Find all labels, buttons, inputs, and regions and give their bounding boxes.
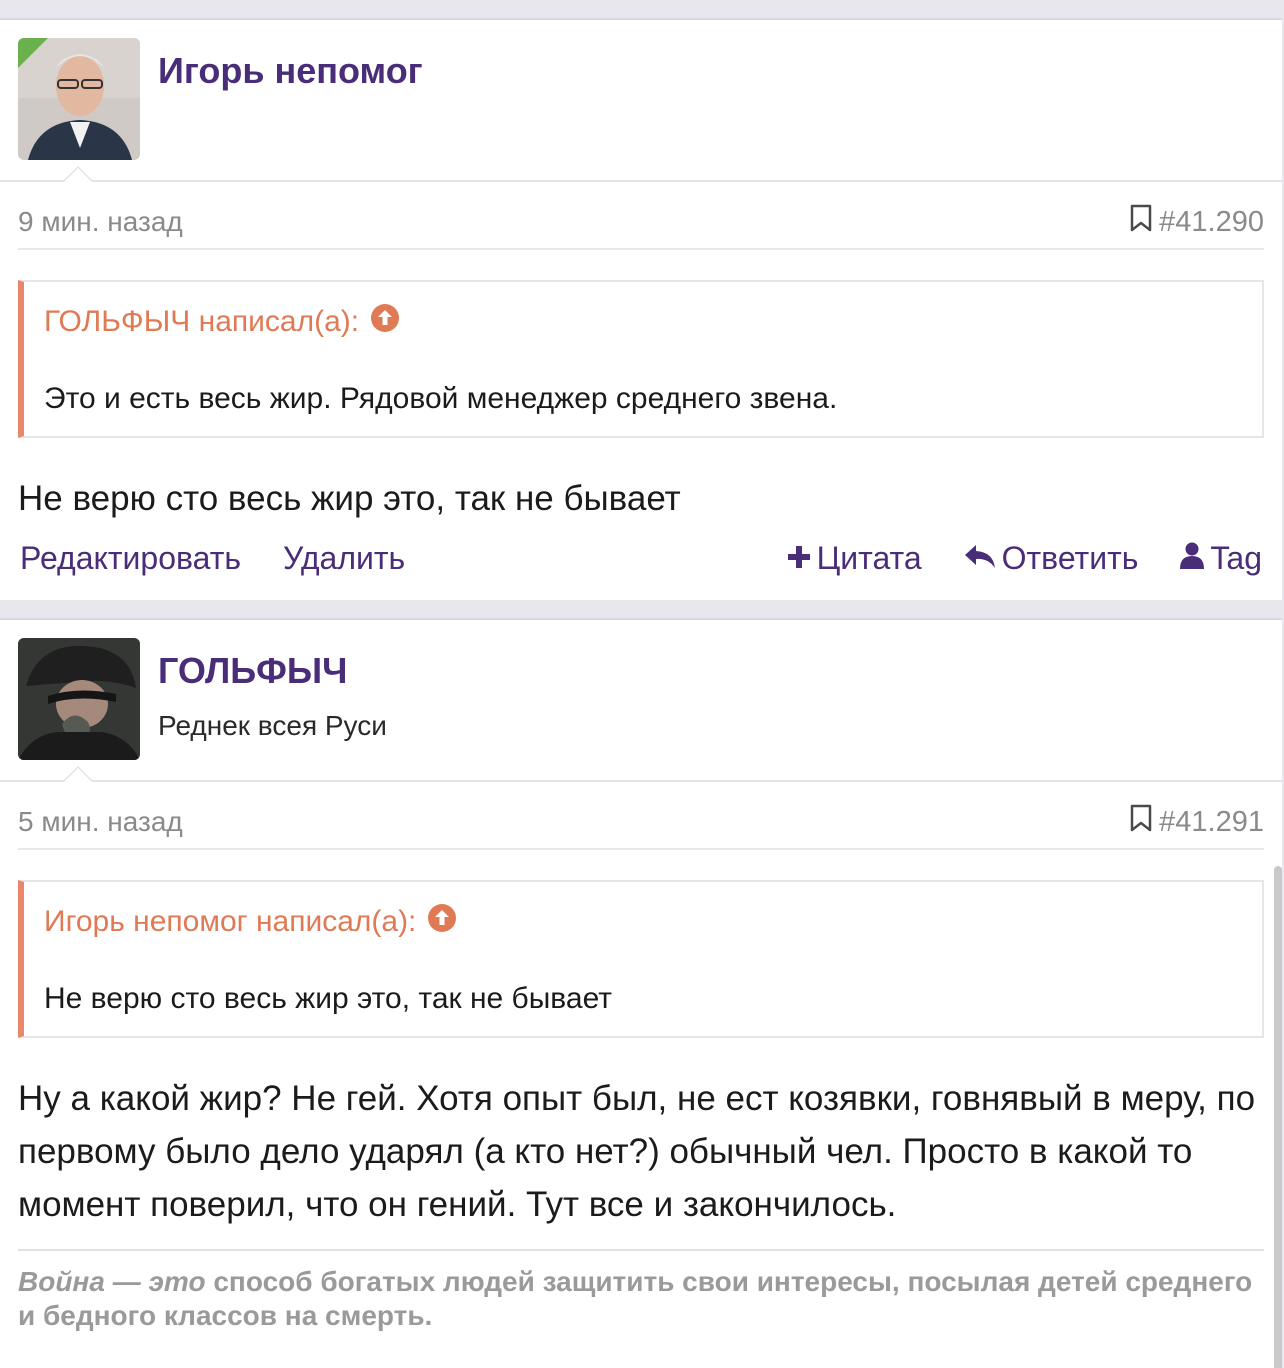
arrow-up-circle-icon[interactable]: [371, 304, 400, 340]
edit-button[interactable]: Редактировать: [20, 540, 241, 577]
post: ГОЛЬФЫЧ Реднек всея Руси 5 мин. назад #4…: [0, 618, 1282, 1368]
reply-button[interactable]: Ответить: [964, 540, 1139, 577]
avatar[interactable]: [18, 38, 140, 160]
avatar[interactable]: [18, 638, 140, 760]
post-message: Не верю сто весь жир это, так не бывает: [18, 479, 681, 518]
post-header: Игорь непомог: [0, 20, 1282, 182]
user-title: Реднек всея Руси: [158, 710, 387, 741]
quote-author-label[interactable]: Игорь непомог написал(а):: [44, 905, 416, 939]
post-time[interactable]: 9 мин. назад: [18, 206, 183, 238]
quote-button-label[interactable]: Цитата: [817, 540, 922, 577]
quote-text: Это и есть весь жир. Рядовой менеджер ср…: [44, 382, 838, 415]
reply-button-label[interactable]: Ответить: [1002, 540, 1139, 577]
bookmark-icon[interactable]: [1129, 804, 1153, 840]
plus-icon: [787, 540, 811, 577]
quote-text: Не верю сто весь жир это, так не бывает: [44, 982, 613, 1015]
signature: Война — это способ богатых людей защитит…: [18, 1249, 1264, 1333]
post-number[interactable]: #41.291: [1129, 804, 1264, 840]
reply-icon: [964, 540, 996, 577]
post-time[interactable]: 5 мин. назад: [18, 806, 183, 838]
scrollbar[interactable]: [1274, 866, 1282, 1368]
username[interactable]: Игорь непомог: [158, 50, 423, 92]
quote-author[interactable]: Игорь непомог написал(а):: [44, 904, 457, 940]
quote-author[interactable]: ГОЛЬФЫЧ написал(а):: [44, 304, 400, 340]
quote-author-label[interactable]: ГОЛЬФЫЧ написал(а):: [44, 305, 359, 339]
quote-block: ГОЛЬФЫЧ написал(а): Это и есть весь жир.…: [18, 280, 1264, 438]
bookmark-icon[interactable]: [1129, 204, 1153, 240]
header-notch: [62, 766, 94, 782]
post-header: ГОЛЬФЫЧ Реднек всея Руси: [0, 620, 1282, 782]
username[interactable]: ГОЛЬФЫЧ: [158, 650, 347, 692]
tag-button-label[interactable]: Tag: [1210, 540, 1262, 577]
post-number-label[interactable]: #41.291: [1159, 806, 1264, 839]
quote-block: Игорь непомог написал(а): Не верю сто ве…: [18, 880, 1264, 1038]
post-meta: 9 мин. назад #41.290: [18, 182, 1264, 250]
post-number[interactable]: #41.290: [1129, 204, 1264, 240]
post: Игорь непомог 9 мин. назад #41.290 ГОЛЬФ…: [0, 18, 1282, 600]
post-number-label[interactable]: #41.290: [1159, 206, 1264, 239]
tag-button[interactable]: Tag: [1180, 540, 1262, 577]
post-meta: 5 мин. назад #41.291: [18, 782, 1264, 850]
post-actions: Редактировать Удалить Цитата Ответить Ta…: [20, 540, 1262, 590]
quote-button[interactable]: Цитата: [787, 540, 922, 577]
delete-button[interactable]: Удалить: [283, 540, 405, 577]
user-icon: [1180, 540, 1205, 577]
header-notch: [62, 166, 94, 182]
signature-lead: Война — это: [18, 1266, 206, 1297]
post-message: Ну а какой жир? Не гей. Хотя опыт был, н…: [18, 1079, 1256, 1224]
arrow-up-circle-icon[interactable]: [428, 904, 457, 940]
